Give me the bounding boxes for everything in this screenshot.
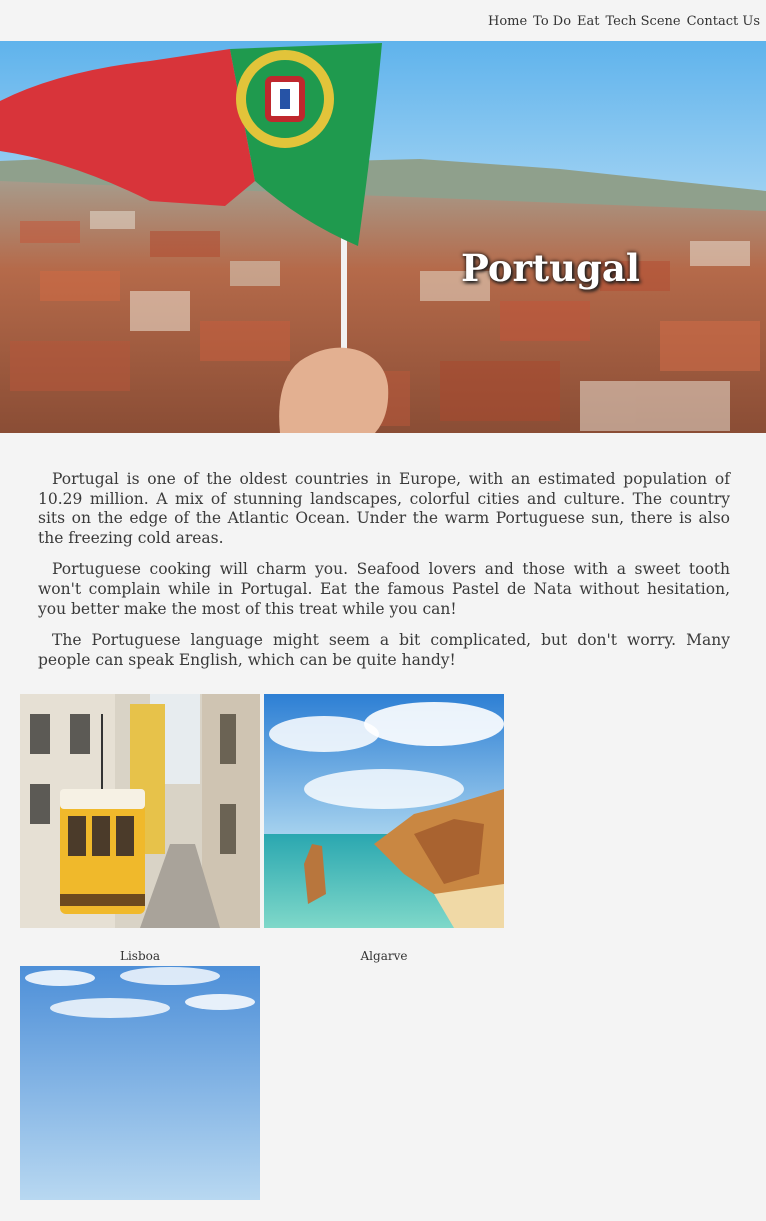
nav-link-eat[interactable]: Eat [577,14,599,29]
top-nav: Home To Do Eat Tech Scene Contact Us [0,0,766,41]
nav-list: Home To Do Eat Tech Scene Contact Us [488,10,760,29]
intro-paragraph-2: Portuguese cooking will charm you. Seafo… [38,560,730,618]
intro-paragraph-3: The Portuguese language might seem a bit… [38,631,730,669]
intro-paragraph-1: Portugal is one of the oldest countries … [38,470,730,547]
nav-item-contact: Contact Us [687,10,760,29]
algarve-image[interactable] [264,694,504,928]
nav-item-eat: Eat [577,10,599,29]
nav-link-home[interactable]: Home [488,14,527,29]
nav-link-contact[interactable]: Contact Us [687,14,760,29]
hero-image [0,41,766,433]
nav-link-todo[interactable]: To Do [533,14,571,29]
gallery-item-algarve[interactable]: Algarve [264,694,504,963]
gallery-item-third[interactable] [20,966,260,1221]
algarve-caption: Algarve [360,949,408,963]
lisboa-image[interactable] [20,694,260,928]
lisboa-caption: Lisboa [119,949,161,963]
intro-section: Portugal is one of the oldest countries … [38,470,730,682]
hero-banner: Portugal [0,41,766,433]
hero-title: Portugal [461,246,640,290]
nav-item-home: Home [488,10,527,29]
gallery-item-lisboa[interactable]: Lisboa [20,694,260,963]
nav-item-tech-scene: Tech Scene [606,10,681,29]
nav-item-todo: To Do [533,10,571,29]
third-gallery-image[interactable] [20,966,260,1200]
nav-link-tech-scene[interactable]: Tech Scene [606,14,681,29]
